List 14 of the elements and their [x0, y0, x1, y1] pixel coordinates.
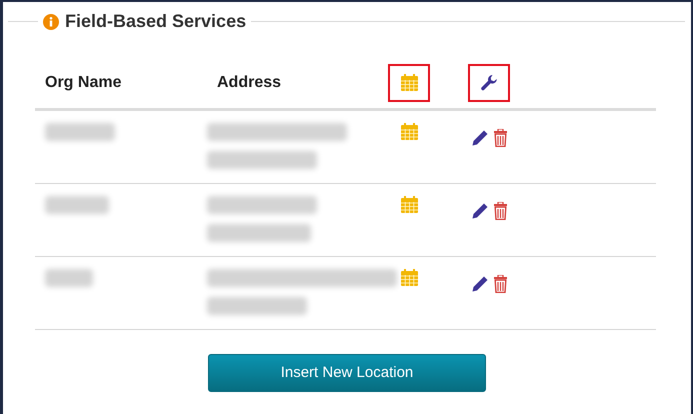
blurred-text: [45, 196, 109, 214]
delete-icon[interactable]: [492, 129, 508, 147]
delete-icon[interactable]: [492, 202, 508, 220]
column-header: Org Name: [45, 72, 122, 92]
blurred-text: [45, 269, 93, 287]
blurred-text: [45, 123, 115, 141]
insert-location-button[interactable]: Insert New Location: [208, 354, 486, 392]
edit-icon[interactable]: [470, 129, 488, 147]
info-icon: [43, 14, 59, 30]
delete-icon[interactable]: [492, 275, 508, 293]
edit-icon[interactable]: [470, 202, 488, 220]
panel-title: Field-Based Services: [65, 10, 246, 33]
edit-icon[interactable]: [470, 275, 488, 293]
column-header: Address: [217, 72, 282, 92]
